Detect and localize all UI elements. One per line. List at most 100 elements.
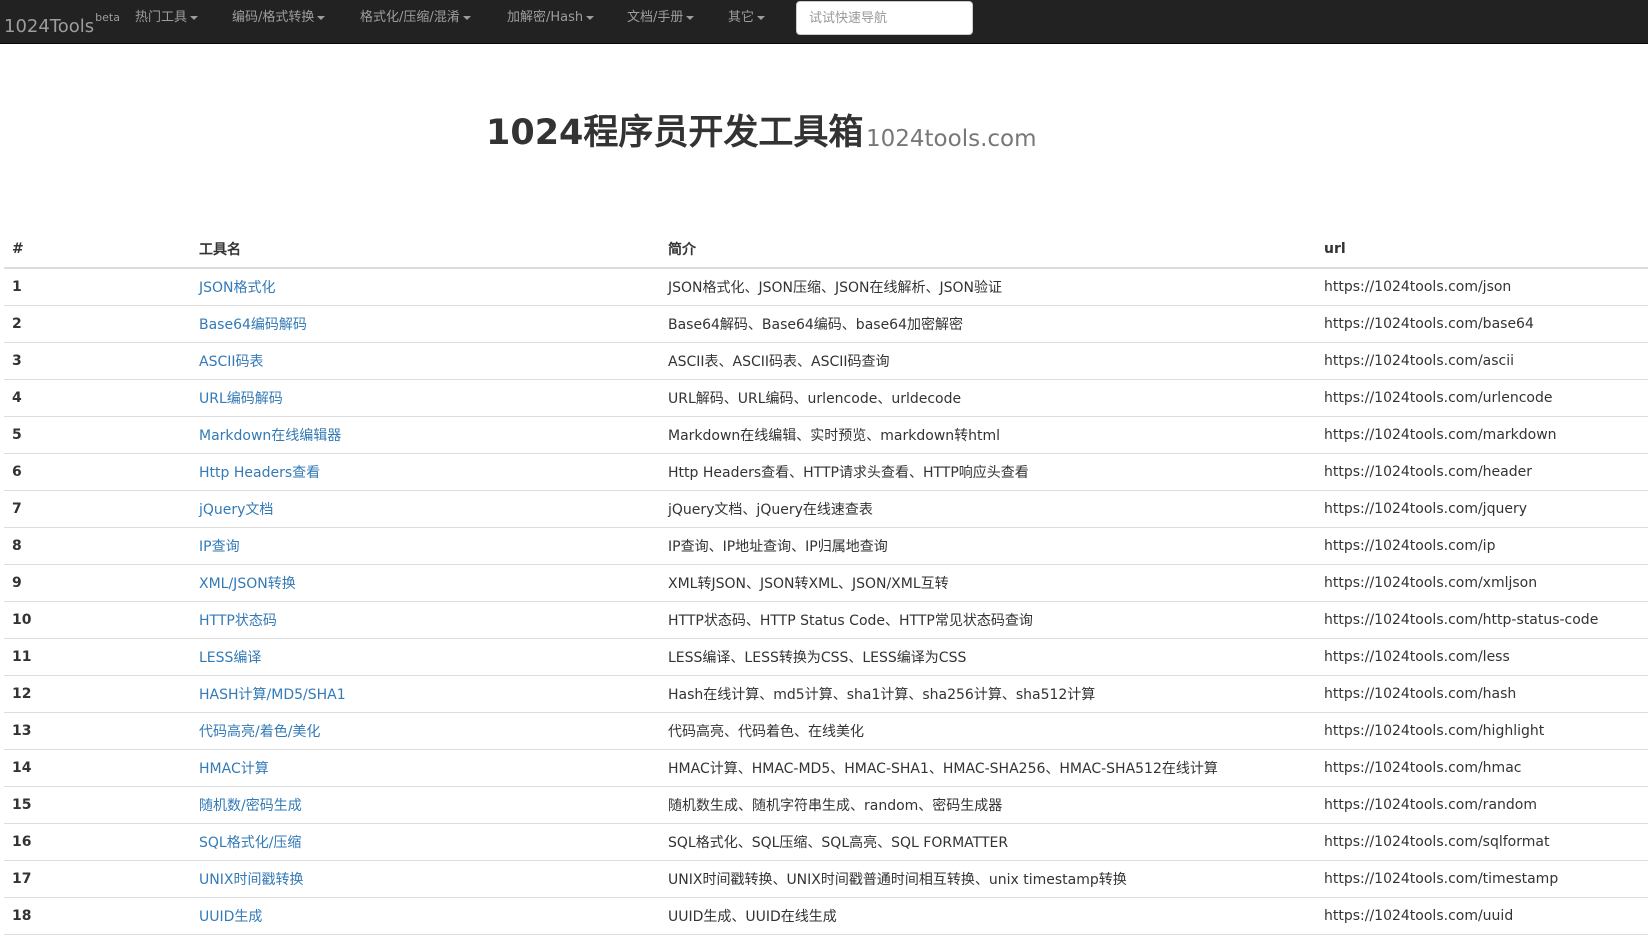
tool-link[interactable]: 随机数/密码生成 — [199, 798, 302, 814]
table-row: 14 HMAC计算 HMAC计算、HMAC-MD5、HMAC-SHA1、HMAC-S… — [4, 749, 1648, 787]
tool-link[interactable]: SQL格式化/压缩 — [199, 835, 301, 851]
tool-url: https://1024tools.com/uuid — [1316, 897, 1648, 935]
tool-description: UUID生成、UUID在线生成 — [660, 897, 1316, 935]
tools-table: # 工具名 简介 url 1 JSON格式化 JSON格式化、JSON压缩、JSON… — [4, 231, 1648, 935]
caret-down-icon — [317, 15, 326, 20]
tool-name-cell: LESS编译 — [191, 638, 660, 676]
tool-link[interactable]: HASH计算/MD5/SHA1 — [199, 687, 346, 703]
tool-url: https://1024tools.com/http-status-code — [1316, 601, 1648, 639]
tool-description: Http Headers查看、HTTP请求头查看、HTTP响应头查看 — [660, 453, 1316, 491]
nav-menu-docs[interactable]: 文档/手册 — [627, 0, 695, 44]
page-title: 1024程序员开发工具箱 — [486, 113, 864, 153]
tool-link[interactable]: UNIX时间戳转换 — [199, 872, 303, 888]
tool-url: https://1024tools.com/sqlformat — [1316, 823, 1648, 861]
tool-description: 随机数生成、随机字符串生成、random、密码生成器 — [660, 786, 1316, 824]
tool-link[interactable]: XML/JSON转换 — [199, 576, 296, 592]
tool-url: https://1024tools.com/ascii — [1316, 342, 1648, 380]
row-number: 5 — [4, 416, 191, 454]
brand-badge: beta — [95, 11, 120, 24]
row-number: 16 — [4, 823, 191, 861]
caret-down-icon — [686, 15, 695, 20]
tool-description: ASCII表、ASCII码表、ASCII码查询 — [660, 342, 1316, 380]
row-number: 9 — [4, 564, 191, 602]
nav-menu-label: 热门工具 — [135, 10, 188, 25]
tool-link[interactable]: LESS编译 — [199, 650, 261, 666]
column-header-tool-name: 工具名 — [191, 231, 660, 269]
table-row: 16 SQL格式化/压缩 SQL格式化、SQL压缩、SQL高亮、SQL FORMAT… — [4, 823, 1648, 861]
tool-name-cell: ASCII码表 — [191, 342, 660, 380]
tool-url: https://1024tools.com/json — [1316, 268, 1648, 306]
table-row: 13 代码高亮/着色/美化 代码高亮、代码着色、在线美化 https://1024to… — [4, 712, 1648, 750]
tool-name-cell: HTTP状态码 — [191, 601, 660, 639]
tool-link[interactable]: URL编码解码 — [199, 391, 283, 407]
tool-link[interactable]: 代码高亮/着色/美化 — [199, 724, 320, 740]
row-number: 17 — [4, 860, 191, 898]
row-number: 6 — [4, 453, 191, 491]
tool-description: Markdown在线编辑、实时预览、markdown转html — [660, 416, 1316, 454]
nav-menu-hot-tools[interactable]: 热门工具 — [135, 0, 199, 44]
table-row: 15 随机数/密码生成 随机数生成、随机字符串生成、random、密码生成器 http… — [4, 786, 1648, 824]
table-row: 3 ASCII码表 ASCII表、ASCII码表、ASCII码查询 https://1… — [4, 342, 1648, 380]
tool-link[interactable]: Markdown在线编辑器 — [199, 428, 341, 444]
column-header-description: 简介 — [660, 231, 1316, 269]
tool-link[interactable]: Http Headers查看 — [199, 465, 320, 481]
table-row: 6 Http Headers查看 Http Headers查看、HTTP请求头查看、… — [4, 453, 1648, 491]
tool-description: 代码高亮、代码着色、在线美化 — [660, 712, 1316, 750]
table-row: 1 JSON格式化 JSON格式化、JSON压缩、JSON在线解析、JSON验证 ht… — [4, 268, 1648, 306]
nav-menu-crypto[interactable]: 加解密/Hash — [507, 0, 595, 44]
table-row: 4 URL编码解码 URL解码、URL编码、urlencode、urldecode h… — [4, 379, 1648, 417]
tool-name-cell: Base64编码解码 — [191, 305, 660, 343]
nav-menu-label: 编码/格式转换 — [232, 10, 315, 25]
caret-down-icon — [190, 15, 199, 20]
row-number: 11 — [4, 638, 191, 676]
tool-name-cell: HASH计算/MD5/SHA1 — [191, 675, 660, 713]
tool-link[interactable]: jQuery文档 — [199, 502, 273, 518]
nav-menu-label: 文档/手册 — [627, 10, 684, 25]
caret-down-icon — [757, 15, 766, 20]
nav-menu-other[interactable]: 其它 — [728, 0, 766, 44]
nav-menu-label: 格式化/压缩/混淆 — [360, 10, 460, 25]
tool-name-cell: 代码高亮/着色/美化 — [191, 712, 660, 750]
row-number: 12 — [4, 675, 191, 713]
table-row: 18 UUID生成 UUID生成、UUID在线生成 https://1024tools… — [4, 897, 1648, 935]
tool-name-cell: Http Headers查看 — [191, 453, 660, 491]
tool-link[interactable]: Base64编码解码 — [199, 317, 307, 333]
tool-url: https://1024tools.com/highlight — [1316, 712, 1648, 750]
tool-name-cell: JSON格式化 — [191, 268, 660, 306]
tool-link[interactable]: JSON格式化 — [199, 280, 276, 296]
tool-name-cell: UNIX时间戳转换 — [191, 860, 660, 898]
tool-description: XML转JSON、JSON转XML、JSON/XML互转 — [660, 564, 1316, 602]
row-number: 3 — [4, 342, 191, 380]
nav-menu-encoding[interactable]: 编码/格式转换 — [232, 0, 326, 44]
top-navbar: 1024Toolsbeta 热门工具 编码/格式转换 格式化/压缩/混淆 加解密… — [0, 0, 1648, 44]
quick-nav-search-input[interactable] — [796, 1, 973, 35]
table-row: 9 XML/JSON转换 XML转JSON、JSON转XML、JSON/XML互转 h… — [4, 564, 1648, 602]
tool-name-cell: HMAC计算 — [191, 749, 660, 787]
table-row: 2 Base64编码解码 Base64解码、Base64编码、base64加密解密 h… — [4, 305, 1648, 343]
row-number: 8 — [4, 527, 191, 565]
row-number: 2 — [4, 305, 191, 343]
table-row: 5 Markdown在线编辑器 Markdown在线编辑、实时预览、markdown… — [4, 416, 1648, 454]
tool-name-cell: 随机数/密码生成 — [191, 786, 660, 824]
caret-down-icon — [462, 15, 471, 20]
tool-url: https://1024tools.com/base64 — [1316, 305, 1648, 343]
tool-url: https://1024tools.com/jquery — [1316, 490, 1648, 528]
tool-name-cell: UUID生成 — [191, 897, 660, 935]
nav-menu-label: 加解密/Hash — [507, 10, 584, 25]
tool-description: JSON格式化、JSON压缩、JSON在线解析、JSON验证 — [660, 268, 1316, 306]
caret-down-icon — [586, 15, 595, 20]
tool-name-cell: XML/JSON转换 — [191, 564, 660, 602]
column-header-number: # — [4, 231, 191, 269]
brand-logo[interactable]: 1024Toolsbeta — [4, 8, 120, 37]
nav-menu-format[interactable]: 格式化/压缩/混淆 — [360, 0, 471, 44]
tool-link[interactable]: ASCII码表 — [199, 354, 264, 370]
tool-link[interactable]: UUID生成 — [199, 909, 262, 925]
tool-link[interactable]: HMAC计算 — [199, 761, 269, 777]
tool-link[interactable]: IP查询 — [199, 539, 240, 555]
table-row: 7 jQuery文档 jQuery文档、jQuery在线速查表 https://102… — [4, 490, 1648, 528]
tool-url: https://1024tools.com/markdown — [1316, 416, 1648, 454]
table-row: 10 HTTP状态码 HTTP状态码、HTTP Status Code、HTTP常见… — [4, 601, 1648, 639]
tool-description: SQL格式化、SQL压缩、SQL高亮、SQL FORMATTER — [660, 823, 1316, 861]
tool-link[interactable]: HTTP状态码 — [199, 613, 277, 629]
row-number: 14 — [4, 749, 191, 787]
